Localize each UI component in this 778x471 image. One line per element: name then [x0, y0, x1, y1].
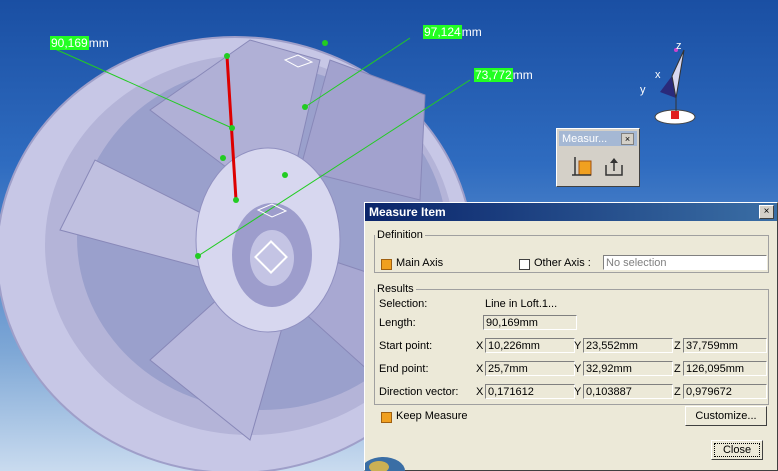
- compass-icon: [654, 48, 696, 125]
- other-axis-checkbox[interactable]: [519, 259, 530, 270]
- measure-toolbar[interactable]: Measur... ×: [556, 128, 640, 187]
- dir-z-label: Z: [674, 386, 681, 398]
- dimension-label-1[interactable]: 90,169mm: [50, 36, 109, 50]
- start-z-field[interactable]: 37,759mm: [683, 338, 767, 353]
- selection-label: Selection:: [379, 298, 428, 310]
- start-y-label: Y: [574, 340, 582, 352]
- end-x-label: X: [476, 363, 484, 375]
- end-z-field[interactable]: 126,095mm: [683, 361, 767, 376]
- keep-measure-label: Keep Measure: [396, 410, 468, 422]
- dialog-title: Measure Item: [369, 205, 446, 219]
- customize-button[interactable]: Customize...: [685, 406, 767, 426]
- main-axis-label: Main Axis: [396, 257, 444, 269]
- axis-x-label: x: [655, 69, 661, 81]
- export-measure-button[interactable]: [601, 153, 627, 179]
- start-z-label: Z: [674, 340, 681, 352]
- end-y-label: Y: [574, 363, 582, 375]
- direction-vector-label: Direction vector:: [379, 386, 459, 398]
- other-axis-field[interactable]: No selection: [603, 255, 767, 270]
- dir-x-field[interactable]: 0,171612: [485, 384, 575, 399]
- measure-item-icon: [572, 157, 592, 176]
- end-z-label: Z: [674, 363, 681, 375]
- dialog-close-x-button[interactable]: ×: [759, 205, 774, 219]
- start-x-label: X: [476, 340, 484, 352]
- main-axis-checkbox[interactable]: [381, 259, 392, 270]
- toolbar-title: Measur...: [562, 132, 608, 145]
- axis-z-label: z: [676, 40, 682, 52]
- start-y-field[interactable]: 23,552mm: [583, 338, 673, 353]
- start-x-field[interactable]: 10,226mm: [485, 338, 575, 353]
- dir-y-label: Y: [574, 386, 582, 398]
- dir-z-field[interactable]: 0,979672: [683, 384, 767, 399]
- start-point-label: Start point:: [379, 340, 433, 352]
- measure-item-dialog[interactable]: Measure Item × Definition Main Axis Othe…: [364, 202, 778, 471]
- close-button[interactable]: Close: [711, 440, 763, 460]
- dialog-titlebar[interactable]: Measure Item: [365, 203, 777, 221]
- results-legend: Results: [377, 283, 414, 295]
- length-label: Length:: [379, 317, 416, 329]
- end-point-label: End point:: [379, 363, 429, 375]
- other-axis-label: Other Axis :: [534, 257, 591, 269]
- export-icon: [605, 158, 623, 176]
- toolbar-titlebar[interactable]: Measur... ×: [559, 131, 637, 146]
- end-y-field[interactable]: 32,92mm: [583, 361, 673, 376]
- catia-logo-icon: [365, 457, 405, 471]
- definition-legend: Definition: [377, 229, 423, 241]
- keep-measure-checkbox[interactable]: [381, 412, 392, 423]
- measure-item-button[interactable]: [569, 153, 595, 179]
- dir-y-field[interactable]: 0,103887: [583, 384, 673, 399]
- axis-y-label: y: [640, 84, 646, 96]
- toolbar-close-button[interactable]: ×: [621, 132, 634, 145]
- dimension-label-2[interactable]: 97,124mm: [423, 25, 482, 39]
- selection-value: Line in Loft.1...: [485, 298, 558, 310]
- length-field[interactable]: 90,169mm: [483, 315, 577, 330]
- dimension-label-3[interactable]: 73,772mm: [474, 68, 533, 82]
- end-x-field[interactable]: 25,7mm: [485, 361, 575, 376]
- dir-x-label: X: [476, 386, 484, 398]
